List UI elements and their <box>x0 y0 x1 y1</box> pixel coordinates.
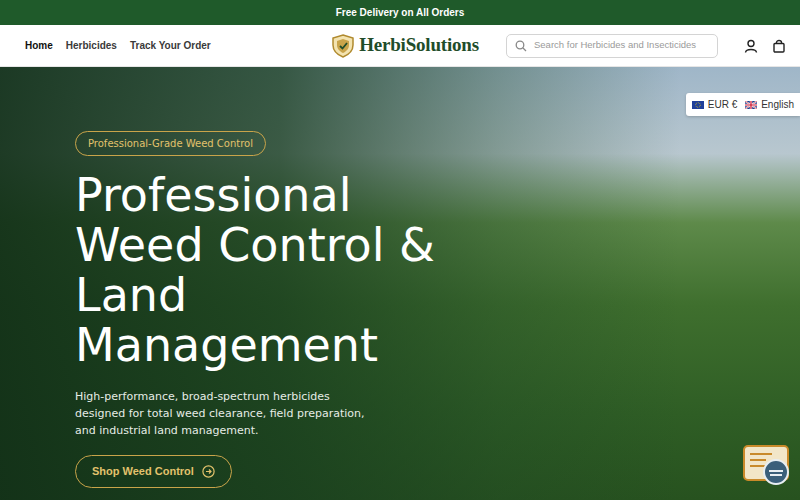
eu-flag-icon <box>692 101 704 109</box>
logo[interactable]: HerbiSolutions <box>332 31 479 60</box>
hero-section: Professional-Grade Weed Control Professio… <box>0 67 800 500</box>
logo-text: HerbiSolutions <box>359 31 479 60</box>
navbar: Home Herbicides Track Your Order HerbiSolut… <box>0 25 800 67</box>
nav-tools <box>479 34 786 58</box>
nav-link[interactable]: Herbicides <box>66 38 117 53</box>
currency-label: EUR € <box>708 99 737 110</box>
announcement-bar: Free Delivery on All Orders <box>0 0 800 25</box>
uk-flag-icon <box>745 101 757 109</box>
bag-icon <box>772 39 786 53</box>
language-label: English <box>761 99 794 110</box>
hero-text: High-performance, broad-spectrum herbici… <box>75 388 380 439</box>
currency-selector[interactable]: EUR € <box>692 97 737 112</box>
locale-switcher: EUR € English <box>686 93 800 116</box>
hero-badge: Professional-Grade Weed Control <box>75 131 266 156</box>
search-icon <box>515 40 527 52</box>
nav-link[interactable]: Home <box>25 38 53 53</box>
language-selector[interactable]: English <box>745 97 794 112</box>
cart-button[interactable] <box>772 39 786 53</box>
search-input[interactable] <box>532 37 709 53</box>
shop-button[interactable]: Shop Weed Control <box>75 455 232 488</box>
nav-links: Home Herbicides Track Your Order <box>25 38 332 53</box>
shield-icon <box>332 34 354 58</box>
hero-title: Professional Weed Control & Land Managem… <box>75 170 475 370</box>
shop-button-label: Shop Weed Control <box>92 463 194 480</box>
nav-link[interactable]: Track Your Order <box>130 38 211 53</box>
arrow-circle-icon <box>202 465 215 478</box>
chat-widget[interactable] <box>742 444 790 486</box>
account-button[interactable] <box>744 39 758 53</box>
chat-icon <box>742 444 790 486</box>
search-box <box>506 34 718 58</box>
user-icon <box>744 39 758 53</box>
